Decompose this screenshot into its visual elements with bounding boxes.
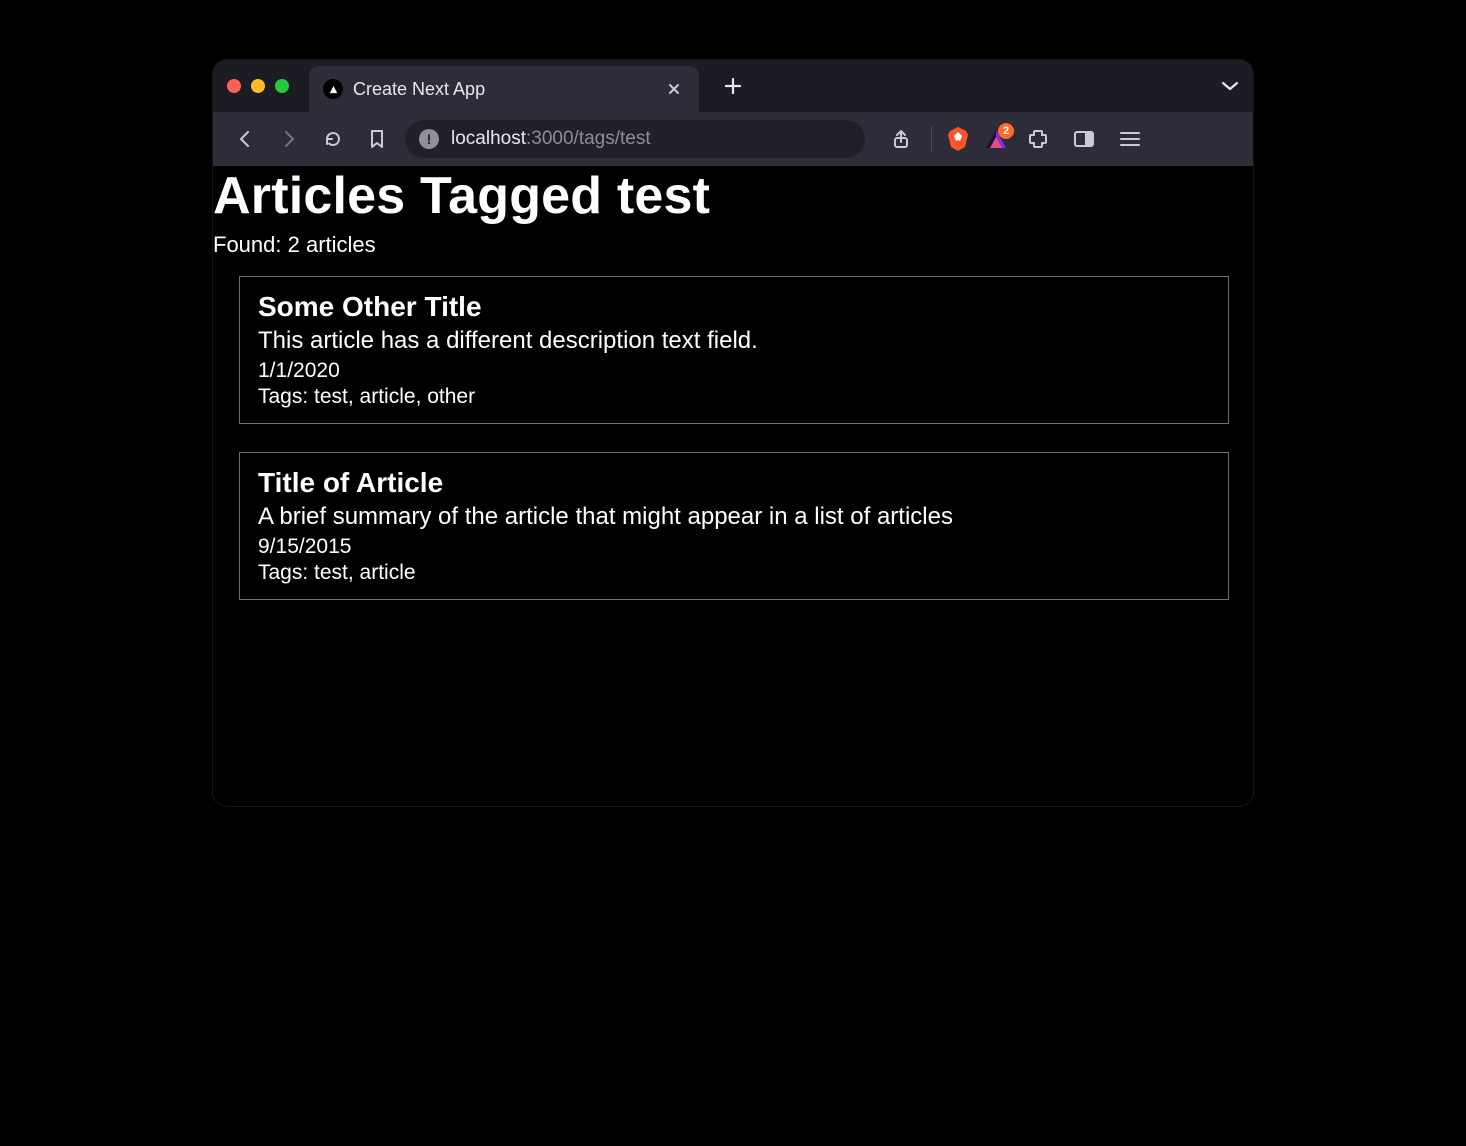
article-date: 1/1/2020 (258, 359, 1210, 383)
tab-title: Create Next App (353, 79, 485, 100)
article-list: Some Other Title This article has a diff… (213, 258, 1253, 600)
tags-label: Tags: (258, 385, 314, 408)
article-card[interactable]: Some Other Title This article has a diff… (239, 276, 1229, 424)
article-description: This article has a different description… (258, 327, 1210, 355)
nextjs-favicon-icon (323, 79, 343, 99)
article-tags: Tags: test, article, other (258, 385, 1210, 409)
window-maximize-button[interactable] (275, 79, 289, 93)
extension-triangle-icon[interactable]: 2 (984, 127, 1008, 151)
brave-shields-icon[interactable] (946, 126, 970, 152)
reload-button[interactable] (317, 123, 349, 155)
tab-strip: Create Next App (213, 60, 1253, 112)
menu-button[interactable] (1114, 123, 1146, 155)
sidebar-toggle-button[interactable] (1068, 123, 1100, 155)
article-tags-value: test, article, other (314, 385, 475, 408)
url-host: localhost (451, 128, 526, 149)
url-text: localhost:3000/tags/test (451, 128, 651, 150)
bookmark-button[interactable] (361, 123, 393, 155)
article-title: Title of Article (258, 467, 1210, 499)
window-controls (227, 79, 289, 93)
toolbar-right: 2 (885, 123, 1146, 155)
extension-badge: 2 (998, 123, 1014, 139)
forward-button[interactable] (273, 123, 305, 155)
back-button[interactable] (229, 123, 261, 155)
page-found-count: Found: 2 articles (213, 232, 1253, 258)
page-viewport: Articles Tagged test Found: 2 articles S… (213, 166, 1253, 806)
site-info-icon[interactable]: ! (419, 129, 439, 149)
tab-overflow-button[interactable] (1221, 80, 1239, 92)
page-title: Articles Tagged test (213, 166, 1253, 226)
article-card[interactable]: Title of Article A brief summary of the … (239, 452, 1229, 600)
extensions-button[interactable] (1022, 123, 1054, 155)
new-tab-button[interactable] (719, 72, 747, 100)
browser-tab[interactable]: Create Next App (309, 66, 699, 112)
url-path: :3000/tags/test (526, 128, 651, 149)
address-bar[interactable]: ! localhost:3000/tags/test (405, 120, 865, 158)
window-close-button[interactable] (227, 79, 241, 93)
toolbar-separator (931, 126, 932, 152)
browser-toolbar: ! localhost:3000/tags/test 2 (213, 112, 1253, 166)
window-minimize-button[interactable] (251, 79, 265, 93)
article-date: 9/15/2015 (258, 535, 1210, 559)
tags-label: Tags: (258, 561, 314, 584)
article-description: A brief summary of the article that migh… (258, 503, 1210, 531)
tab-close-button[interactable] (663, 78, 685, 100)
article-title: Some Other Title (258, 291, 1210, 323)
article-tags-value: test, article (314, 561, 416, 584)
article-tags: Tags: test, article (258, 561, 1210, 585)
share-button[interactable] (885, 123, 917, 155)
browser-window: Create Next App ! localhost:3000/ (213, 60, 1253, 806)
